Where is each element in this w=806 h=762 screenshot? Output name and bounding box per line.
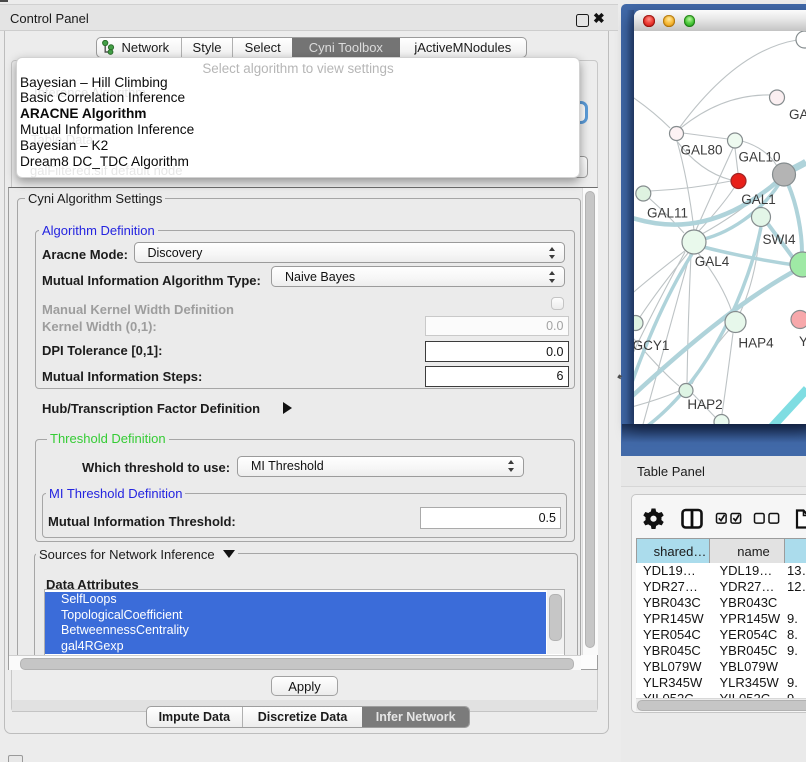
svg-text:SWI4: SWI4 — [762, 232, 795, 247]
svg-text:GAL10: GAL10 — [738, 150, 780, 165]
svg-text:GAL: GAL — [789, 107, 806, 122]
svg-text:GAL4: GAL4 — [695, 254, 730, 269]
svg-text:HAP2: HAP2 — [687, 397, 722, 412]
svg-text:GAL11: GAL11 — [647, 206, 688, 221]
svg-text:GAL1: GAL1 — [741, 192, 776, 207]
svg-text:GCY1: GCY1 — [634, 338, 669, 353]
svg-text:GAL80: GAL80 — [680, 143, 722, 158]
svg-text:Y: Y — [799, 334, 806, 349]
svg-text:HAP4: HAP4 — [738, 336, 774, 351]
